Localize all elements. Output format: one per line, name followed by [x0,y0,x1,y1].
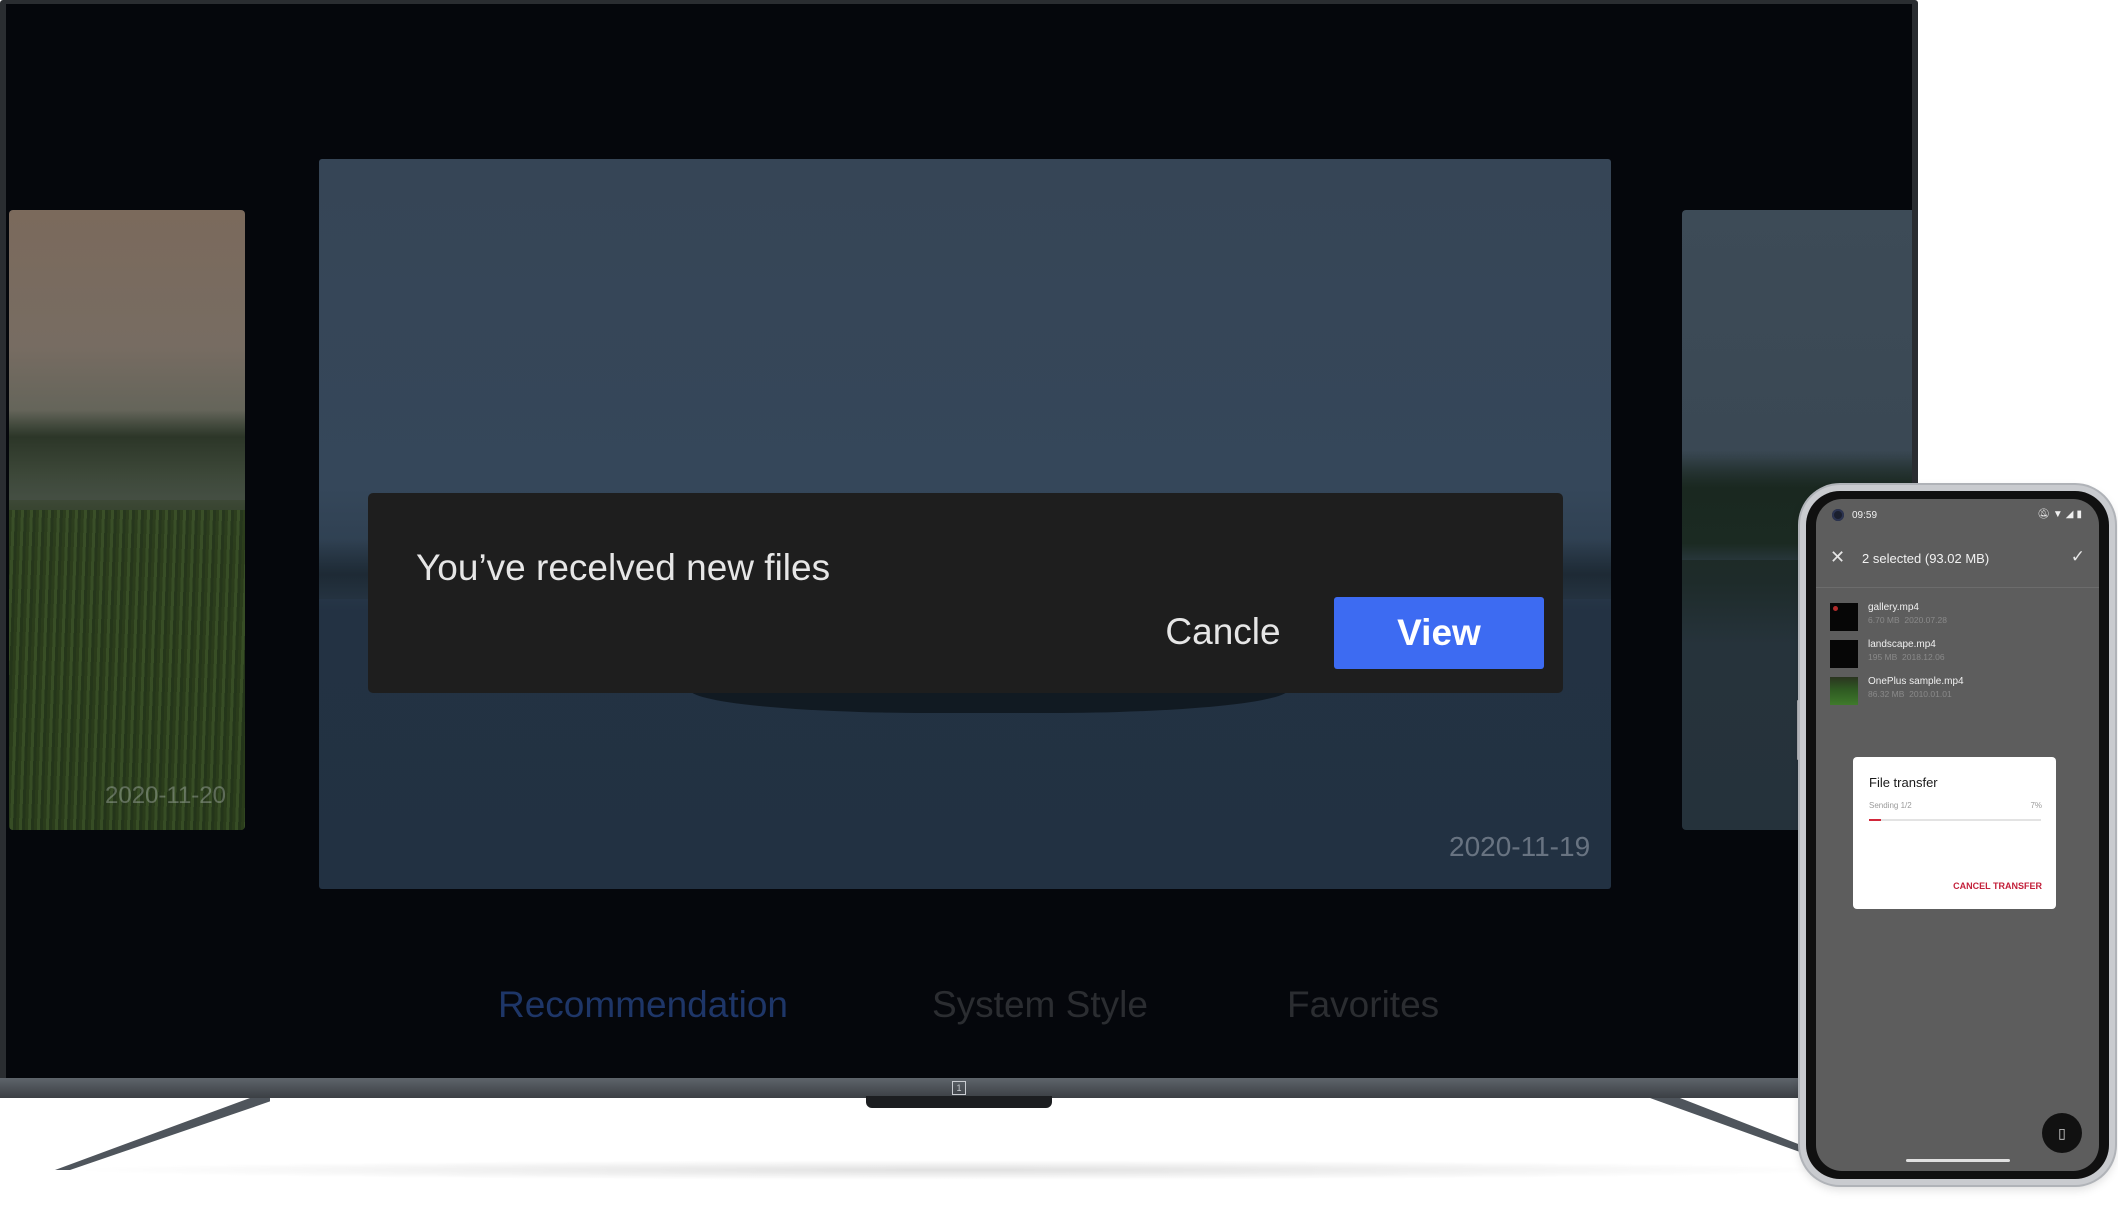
dialog-message: You’ve recelved new files [416,547,831,588]
photo-main-date: 2020-11-19 [1449,831,1591,862]
front-camera-icon [1832,509,1844,521]
close-icon[interactable]: ✕ [1830,547,1845,568]
file-meta: 195 MB 2018.12.06 [1868,652,1945,662]
phone-screen: 09:59 🔕︎▼◢▮ ✕ 2 selected (93.02 MB) ✓ ga… [1816,499,2099,1171]
video-thumbnail [1830,677,1858,705]
file-name: landscape.mp4 [1868,639,1936,650]
file-meta: 86.32 MB 2010.01.01 [1868,689,1952,699]
check-icon[interactable]: ✓ [2071,547,2085,567]
tv-frame: 2020-11-20 2020-11-19 You’ve recelved ne… [0,0,1918,1098]
tab-system-style[interactable]: System Style [932,984,1148,1026]
tv-logo-tab [866,1096,1052,1108]
file-date: 2010.01.01 [1909,689,1952,699]
transfer-percent: 7% [2030,801,2042,810]
video-thumbnail [1830,603,1858,631]
file-meta: 6.70 MB 2020.07.28 [1868,615,1947,625]
tv-screen: 2020-11-20 2020-11-19 You’ve recelved ne… [6,4,1912,1078]
battery-icon: ▮ [2076,509,2085,520]
progress-bar [1869,819,2041,821]
wifi-icon: ▼ [2052,509,2066,520]
phone-bezel: 09:59 🔕︎▼◢▮ ✕ 2 selected (93.02 MB) ✓ ga… [1806,491,2109,1179]
bell-off-icon: 🔕︎ [2037,509,2053,520]
view-button[interactable]: View [1334,597,1544,669]
status-icons: 🔕︎▼◢▮ [2037,509,2085,520]
tv-floor-shadow [60,1160,1860,1180]
cancel-transfer-button[interactable]: CANCEL TRANSFER [1953,881,2042,891]
phone-send-icon: ▯ [2058,1125,2066,1141]
file-name: gallery.mp4 [1868,602,1919,613]
status-time: 09:59 [1852,510,1878,521]
transfer-status: Sending 1/2 [1869,801,1912,810]
dialog-title: File transfer [1869,775,1938,790]
selection-title: 2 selected (93.02 MB) [1862,551,1990,566]
progress-fill [1869,819,1882,821]
file-size: 6.70 MB [1868,615,1900,625]
file-size: 195 MB [1868,652,1898,662]
file-size: 86.32 MB [1868,689,1905,699]
phone-device: 09:59 🔕︎▼◢▮ ✕ 2 selected (93.02 MB) ✓ ga… [1800,485,2115,1185]
photo-left-treeline [9,410,245,500]
selection-toolbar: ✕ 2 selected (93.02 MB) ✓ [1816,539,2099,579]
tv-leg-left [55,1098,270,1170]
file-name: OnePlus sample.mp4 [1868,676,1964,687]
file-item-oneplus-sample[interactable]: OnePlus sample.mp4 86.32 MB 2010.01.01 [1816,673,2099,717]
tab-favorites[interactable]: Favorites [1287,984,1439,1026]
file-date: 2020.07.28 [1904,615,1947,625]
file-transfer-dialog: File transfer Sending 1/2 7% CANCEL TRAN… [1853,757,2056,909]
file-date: 2018.12.06 [1902,652,1945,662]
video-thumbnail [1830,640,1858,668]
received-files-dialog: You’ve recelved new files Cancle View [368,493,1563,693]
photo-left-date: 2020-11-20 [105,782,226,809]
signal-icon: ◢ [2065,509,2077,520]
status-bar: 09:59 🔕︎▼◢▮ [1816,499,2099,529]
cancel-button[interactable]: Cancle [1128,597,1318,667]
home-indicator[interactable] [1906,1159,2010,1162]
tab-recommendation[interactable]: Recommendation [498,984,788,1026]
brand-logo-icon: 1 [952,1081,966,1095]
toolbar-divider [1816,587,2099,588]
photo-card-left[interactable]: 2020-11-20 [9,210,245,830]
send-fab-button[interactable]: ▯ [2042,1113,2082,1153]
